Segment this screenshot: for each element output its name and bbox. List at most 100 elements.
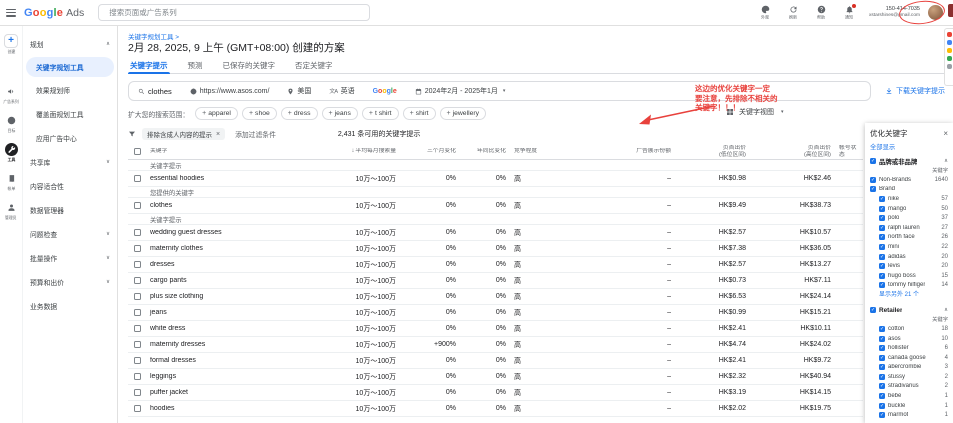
- query-date-range[interactable]: 2024年2月 - 2025年1月▾: [415, 86, 506, 96]
- checkbox-checked[interactable]: ✓: [879, 345, 885, 351]
- row-checkbox[interactable]: [134, 261, 141, 268]
- checkbox-checked[interactable]: ✓: [879, 374, 885, 380]
- row-checkbox[interactable]: [134, 229, 141, 236]
- query-network[interactable]: Google: [373, 88, 397, 95]
- keyword-cell[interactable]: white dress: [146, 325, 330, 332]
- extension-icon[interactable]: [947, 56, 952, 61]
- row-checkbox[interactable]: [134, 277, 141, 284]
- checkbox-checked[interactable]: ✓: [879, 403, 885, 409]
- refine-section-header[interactable]: ✓品牌或非品牌∧: [870, 155, 948, 167]
- checkbox-checked[interactable]: ✓: [879, 244, 885, 250]
- subnav-item[interactable]: 覆盖面规划工具: [23, 102, 117, 126]
- topbar-action-refresh[interactable]: 刷新: [783, 5, 803, 21]
- remove-filter-icon[interactable]: ×: [216, 131, 220, 138]
- checkbox-checked[interactable]: ✓: [879, 234, 885, 240]
- grid-view-icon[interactable]: [726, 108, 734, 116]
- keyword-cell[interactable]: essential hoodies: [146, 175, 330, 182]
- checkbox-checked[interactable]: ✓: [879, 273, 885, 279]
- suggestion-chip[interactable]: +jewellery: [440, 107, 487, 120]
- keyword-cell[interactable]: plus size clothing: [146, 293, 330, 300]
- checkbox-checked[interactable]: ✓: [879, 355, 885, 361]
- subnav-item[interactable]: 问题检查∨: [23, 222, 117, 246]
- tab-关键字提示[interactable]: 关键字提示: [128, 57, 170, 73]
- subnav-item[interactable]: 数据管理器: [23, 198, 117, 222]
- rail-item-campaigns[interactable]: 广告系列: [2, 85, 20, 105]
- checkbox-checked[interactable]: ✓: [879, 336, 885, 342]
- global-search-box[interactable]: [98, 4, 370, 21]
- subnav-item[interactable]: 应用广告中心: [23, 126, 117, 150]
- subnav-item[interactable]: 业务数据: [23, 294, 117, 318]
- suggestion-chip[interactable]: +shirt: [403, 107, 436, 120]
- keyword-cell[interactable]: clothes: [146, 202, 330, 209]
- keyword-cell[interactable]: dresses: [146, 261, 330, 268]
- topbar-action-appearance[interactable]: 外观: [755, 5, 775, 21]
- refine-item[interactable]: ✓nike57: [870, 194, 948, 204]
- rail-item-admin[interactable]: 管理员: [4, 201, 18, 221]
- refine-item[interactable]: ✓canada goose4: [870, 353, 948, 363]
- checkbox-checked[interactable]: ✓: [879, 263, 885, 269]
- keyword-cell[interactable]: wedding guest dresses: [146, 229, 330, 236]
- rail-item-billing[interactable]: 帐单: [5, 172, 18, 192]
- query-site[interactable]: https://www.asos.com/: [190, 88, 270, 95]
- tab-否定关键字[interactable]: 否定关键字: [293, 57, 335, 73]
- extension-icon[interactable]: [947, 64, 952, 69]
- row-checkbox[interactable]: [134, 341, 141, 348]
- account-info[interactable]: 150-414-7035 xstarshines@gmail.com: [869, 6, 920, 19]
- row-checkbox[interactable]: [134, 405, 141, 412]
- checkbox-checked[interactable]: ✓: [879, 364, 885, 370]
- checkbox-checked[interactable]: ✓: [879, 282, 885, 288]
- subnav-item[interactable]: 内容适合性: [23, 174, 117, 198]
- refine-item[interactable]: ✓mango50: [870, 204, 948, 214]
- subnav-item[interactable]: 共享库∨: [23, 150, 117, 174]
- refine-item[interactable]: ✓north face26: [870, 233, 948, 243]
- checkbox-checked[interactable]: ✓: [879, 206, 885, 212]
- keyword-view-dropdown[interactable]: 关键字视图: [739, 107, 774, 117]
- browser-extension-strip[interactable]: [944, 28, 953, 86]
- tab-预测[interactable]: 预测: [186, 57, 205, 73]
- refine-item[interactable]: ✓bebe1: [870, 391, 948, 401]
- refine-item[interactable]: ✓marmot1: [870, 410, 948, 420]
- refine-item[interactable]: ✓ralph lauren27: [870, 223, 948, 233]
- refine-item[interactable]: ✓asos10: [870, 334, 948, 344]
- show-all-link[interactable]: 全部显示: [870, 142, 948, 151]
- keyword-cell[interactable]: hoodies: [146, 405, 330, 412]
- filter-funnel-icon[interactable]: [128, 130, 136, 138]
- avatar[interactable]: [928, 5, 943, 20]
- keyword-cell[interactable]: maternity dresses: [146, 341, 330, 348]
- row-checkbox[interactable]: [134, 325, 141, 332]
- row-checkbox[interactable]: [134, 389, 141, 396]
- tab-已保存的关键字[interactable]: 已保存的关键字: [221, 57, 278, 73]
- refine-item[interactable]: ✓hugo boss15: [870, 271, 948, 281]
- keyword-cell[interactable]: maternity clothes: [146, 245, 330, 252]
- keyword-cell[interactable]: cargo pants: [146, 277, 330, 284]
- rail-item-goals[interactable]: 目标: [5, 114, 18, 134]
- suggestion-chip[interactable]: +dress: [281, 107, 318, 120]
- checkbox-checked[interactable]: ✓: [879, 412, 885, 418]
- refine-item[interactable]: ✓mini22: [870, 242, 948, 252]
- refine-item[interactable]: ✓stradivarius2: [870, 382, 948, 392]
- extension-icon[interactable]: [947, 40, 952, 45]
- checkbox-checked[interactable]: ✓: [870, 186, 876, 192]
- row-checkbox[interactable]: [134, 357, 141, 364]
- refine-item[interactable]: ✓Brand: [870, 185, 948, 195]
- topbar-action-help[interactable]: 帮助: [811, 5, 831, 21]
- refine-item[interactable]: ✓adidas20: [870, 252, 948, 262]
- row-checkbox[interactable]: [134, 175, 141, 182]
- keyword-cell[interactable]: puffer jacket: [146, 389, 330, 396]
- add-filter-button[interactable]: 添加过滤条件: [235, 129, 276, 139]
- refine-item[interactable]: ✓Non-Brands1640: [870, 175, 948, 185]
- row-checkbox[interactable]: [134, 293, 141, 300]
- checkbox-checked[interactable]: ✓: [870, 177, 876, 183]
- checkbox-checked[interactable]: ✓: [879, 225, 885, 231]
- refine-item[interactable]: ✓cotton18: [870, 324, 948, 334]
- extension-icon[interactable]: [947, 32, 952, 37]
- hamburger-menu-icon[interactable]: [6, 9, 16, 17]
- refine-item[interactable]: ✓tommy hilfiger14: [870, 281, 948, 291]
- global-search-input[interactable]: [109, 8, 363, 17]
- show-more-link[interactable]: 显示另外 21 个: [870, 290, 948, 301]
- refine-item[interactable]: ✓abercrombie3: [870, 363, 948, 373]
- extension-icon[interactable]: [947, 48, 952, 53]
- close-icon[interactable]: ×: [943, 130, 948, 138]
- suggestion-chip[interactable]: +t shirt: [362, 107, 399, 120]
- keyword-cell[interactable]: leggings: [146, 373, 330, 380]
